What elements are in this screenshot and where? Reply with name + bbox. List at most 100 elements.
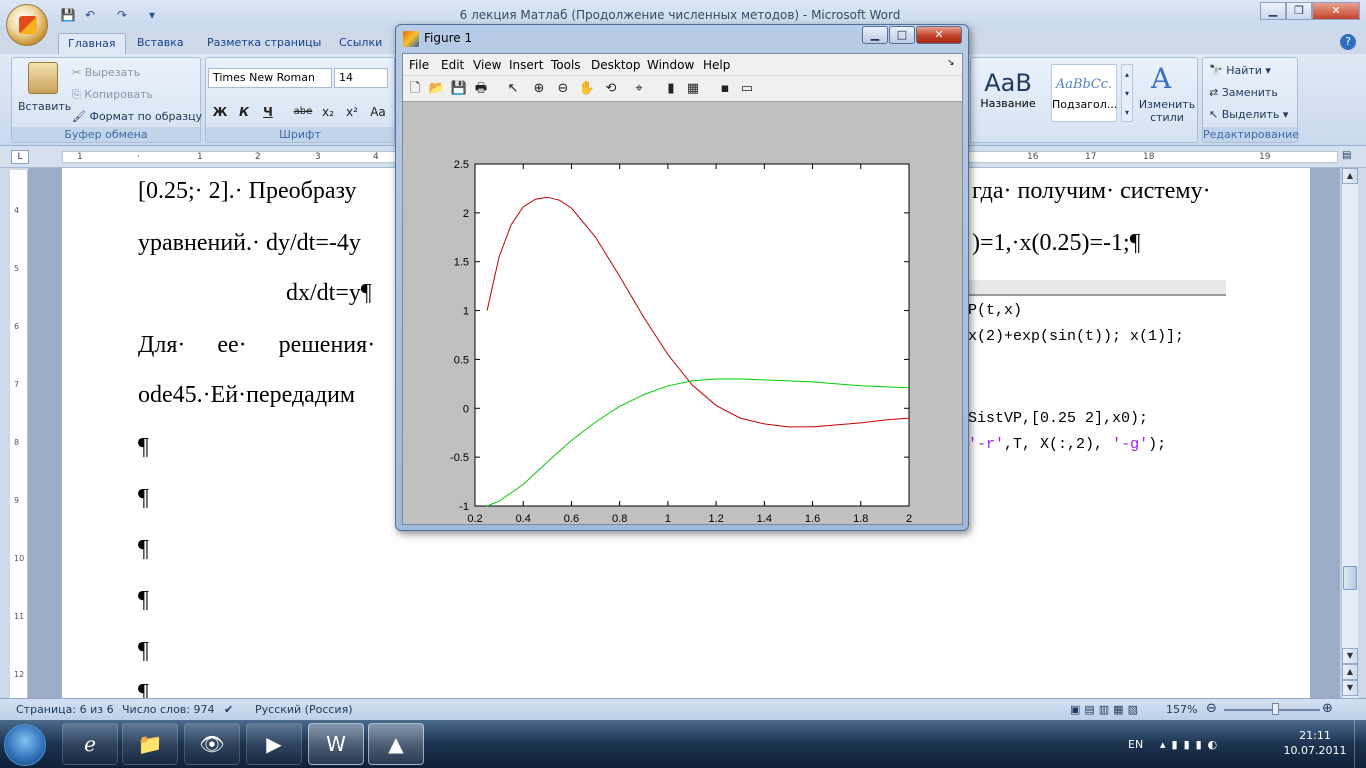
plot-axes-box — [474, 163, 910, 507]
zoom-in-button[interactable]: ⊕ — [1322, 701, 1333, 716]
open-file-icon[interactable]: 📂 — [427, 79, 447, 99]
view-ruler-icon[interactable]: ▤ — [1342, 150, 1356, 164]
menu-edit[interactable]: Edit — [441, 58, 464, 72]
code-line-2: x(2)+exp(sin(t)); x(1)]; — [968, 328, 1185, 345]
tray-icons[interactable]: ▴▮▮▮◐ — [1160, 738, 1223, 751]
matlab-taskbar-icon[interactable]: ▲ — [368, 723, 424, 765]
change-styles-button[interactable]: Изменить стили — [1137, 98, 1197, 124]
close-button[interactable]: ✕ — [1312, 2, 1360, 20]
word-taskbar-icon[interactable]: W — [308, 723, 364, 765]
bold-button[interactable]: Ж — [210, 102, 230, 122]
para-mark: ¶ — [138, 434, 149, 460]
help-icon[interactable]: ? — [1340, 34, 1356, 50]
menu-insert[interactable]: Insert — [509, 58, 543, 72]
menu-view[interactable]: View — [473, 58, 501, 72]
underline-button[interactable]: Ч — [258, 102, 278, 122]
language-indicator[interactable]: EN — [1128, 738, 1143, 751]
figure-window[interactable]: Figure 1 ▁ □ ✕ File Edit View Insert Too… — [395, 24, 969, 531]
legend-icon[interactable]: ▦ — [683, 79, 703, 99]
show-desktop-button[interactable] — [1354, 720, 1366, 768]
paste-button[interactable]: Вставить — [18, 100, 71, 113]
figure-minimize-button[interactable]: ▁ — [862, 26, 888, 44]
editing-group: 🔭 Найти ▾ ⇄ Заменить ↖ Выделить ▾ Редакт… — [1202, 57, 1299, 143]
matlab-icon — [403, 31, 419, 47]
eye-app-icon[interactable]: 👁 — [184, 723, 240, 765]
subscript-button[interactable]: x₂ — [318, 102, 338, 122]
zoom-out-button[interactable]: ⊖ — [1206, 701, 1217, 716]
select-button[interactable]: ↖ Выделить ▾ — [1209, 108, 1288, 121]
edit-plot-icon[interactable]: ↖ — [503, 79, 523, 99]
tab-insert[interactable]: Вставка — [128, 33, 193, 54]
maximize-button[interactable]: ❐ — [1286, 2, 1312, 20]
copy-button[interactable]: ⎘ Копировать — [72, 88, 153, 102]
change-case-button[interactable]: Aa — [366, 102, 390, 122]
hide-plot-tools-icon[interactable]: ▪ — [715, 79, 735, 99]
zoom-slider-thumb[interactable] — [1272, 703, 1279, 715]
print-icon[interactable]: 🖶 — [471, 79, 491, 99]
para-mark: ¶ — [138, 485, 149, 511]
explorer-icon[interactable]: 📁 — [122, 723, 178, 765]
save-figure-icon[interactable]: 💾 — [449, 79, 469, 99]
prev-page-button[interactable]: ▲ — [1342, 664, 1358, 680]
font-name-select[interactable]: Times New Roman — [208, 68, 332, 88]
tab-references[interactable]: Ссылки — [330, 33, 391, 54]
redo-icon[interactable]: ↷ — [114, 7, 130, 23]
data-cursor-icon[interactable]: ⌖ — [629, 79, 649, 99]
italic-button[interactable]: К — [234, 102, 254, 122]
replace-button[interactable]: ⇄ Заменить — [1209, 86, 1278, 99]
y-tick-label: 0 — [463, 403, 469, 415]
zoom-level[interactable]: 157% — [1166, 703, 1197, 716]
save-icon[interactable]: 💾 — [60, 7, 76, 23]
menu-tools[interactable]: Tools — [551, 58, 581, 72]
rotate-3d-icon[interactable]: ⟲ — [601, 79, 621, 99]
show-plot-tools-icon[interactable]: ▭ — [737, 79, 757, 99]
language-status[interactable]: Русский (Россия) — [255, 703, 353, 716]
minimize-button[interactable]: ▁ — [1260, 2, 1286, 20]
word-count-status[interactable]: Число слов: 974 — [122, 703, 215, 716]
tab-page-layout[interactable]: Разметка страницы — [198, 33, 330, 54]
qat-menu-icon[interactable]: ▾ — [144, 7, 160, 23]
menu-file[interactable]: File — [409, 58, 429, 72]
zoom-in-icon[interactable]: ⊕ — [529, 79, 549, 99]
colorbar-icon[interactable]: ▮ — [661, 79, 681, 99]
new-figure-icon[interactable]: 🗋 — [405, 79, 425, 99]
menu-help[interactable]: Help — [703, 58, 730, 72]
zoom-out-icon[interactable]: ⊖ — [553, 79, 573, 99]
font-size-select[interactable]: 14 — [334, 68, 388, 88]
next-page-button[interactable]: ▼ — [1342, 680, 1358, 696]
undo-icon[interactable]: ↶ — [82, 7, 98, 23]
format-painter-button[interactable]: 🖌 Формат по образцу — [72, 110, 202, 123]
para-mark: ¶ — [138, 587, 149, 613]
figure-close-button[interactable]: ✕ — [916, 26, 962, 44]
find-button[interactable]: 🔭 Найти ▾ — [1209, 64, 1271, 77]
tab-selector[interactable]: L — [11, 150, 29, 164]
start-button[interactable] — [4, 724, 46, 766]
styles-scroll[interactable]: ▴ ▾ ▾ — [1121, 64, 1133, 122]
figure-plot[interactable]: 0.2 0.4 0.6 0.8 1 1.2 1.4 1.6 1.8 2 -1 -0.5 0 0.5 1 1.5… — [403, 102, 962, 522]
tab-home[interactable]: Главная — [58, 33, 126, 54]
style-title[interactable]: AaB Название — [975, 64, 1041, 122]
page-status[interactable]: Страница: 6 из 6 — [16, 703, 114, 716]
ie-icon[interactable]: ℯ — [62, 723, 118, 765]
strikethrough-button[interactable]: abe — [290, 102, 316, 122]
clock[interactable]: 21:11 10.07.2011 — [1280, 728, 1350, 758]
cut-button[interactable]: ✂ Вырезать — [72, 66, 140, 79]
proofing-icon[interactable]: ✔ — [224, 703, 233, 716]
dock-icon[interactable]: ↘ — [947, 58, 955, 68]
menu-window[interactable]: Window — [647, 58, 694, 72]
superscript-button[interactable]: x² — [342, 102, 362, 122]
style-subtitle[interactable]: AaBbCc. Подзагол... — [1051, 64, 1117, 122]
menu-desktop[interactable]: Desktop — [591, 58, 641, 72]
figure-maximize-button[interactable]: □ — [889, 26, 915, 44]
vertical-scrollbar[interactable]: ▲ ▼ ▲ ▼ — [1341, 168, 1358, 698]
scroll-up-button[interactable]: ▲ — [1342, 168, 1358, 184]
view-buttons[interactable]: ▣▤▥▦▧ — [1070, 703, 1142, 716]
office-button[interactable] — [6, 4, 48, 46]
font-group-label: Шрифт — [206, 127, 394, 142]
pan-icon[interactable]: ✋ — [577, 79, 597, 99]
scroll-thumb[interactable] — [1343, 566, 1357, 590]
media-player-icon[interactable]: ▶ — [246, 723, 302, 765]
brush-icon: 🖌 — [72, 110, 90, 123]
scroll-down-button[interactable]: ▼ — [1342, 648, 1358, 664]
editing-group-label: Редактирование — [1203, 127, 1299, 142]
